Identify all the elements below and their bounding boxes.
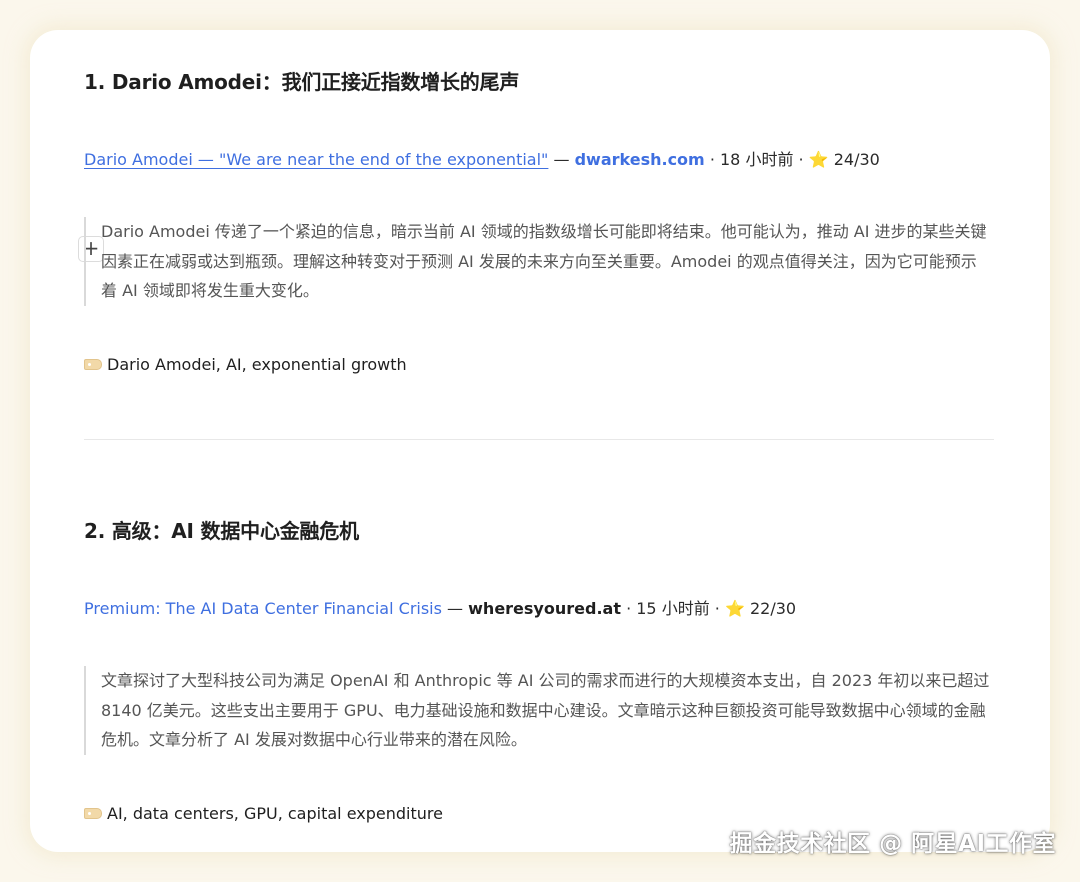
meta-dot: ·	[798, 150, 804, 169]
article-2-meta: Premium: The AI Data Center Financial Cr…	[84, 595, 796, 619]
article-card: + 1. Dario Amodei：我们正接近指数增长的尾声 Dario Amo…	[30, 30, 1050, 852]
article-1-heading: 1. Dario Amodei：我们正接近指数增长的尾声	[84, 70, 520, 94]
article-2-score: 22/30	[750, 599, 797, 618]
article-divider	[84, 439, 994, 440]
article-1-domain: dwarkesh.com	[574, 150, 705, 169]
meta-dot: ·	[714, 599, 720, 618]
meta-separator: —	[447, 599, 464, 618]
meta-dot: ·	[626, 599, 632, 618]
tag-icon	[84, 359, 102, 370]
article-2-link[interactable]: Premium: The AI Data Center Financial Cr…	[84, 599, 442, 618]
article-1-meta: Dario Amodei — "We are near the end of t…	[84, 146, 880, 170]
article-1-link[interactable]: Dario Amodei — "We are near the end of t…	[84, 150, 548, 169]
article-2-time: 15 小时前	[636, 599, 710, 618]
article-1-tags: Dario Amodei, AI, exponential growth	[84, 355, 407, 374]
article-1-tags-text: Dario Amodei, AI, exponential growth	[107, 355, 407, 374]
tag-icon	[84, 808, 102, 819]
article-2-domain: wheresyoured.at	[468, 599, 621, 618]
article-2-tags: AI, data centers, GPU, capital expenditu…	[84, 804, 443, 823]
star-icon: ⭐	[808, 150, 829, 169]
article-2-summary: 文章探讨了大型科技公司为满足 OpenAI 和 Anthropic 等 AI 公…	[84, 666, 992, 755]
article-1-time: 18 小时前	[720, 150, 794, 169]
article-2-heading: 2. 高级：AI 数据中心金融危机	[84, 519, 359, 543]
article-1-summary: Dario Amodei 传递了一个紧迫的信息，暗示当前 AI 领域的指数级增长…	[84, 217, 992, 306]
watermark: 掘金技术社区 @ 阿星AI工作室	[729, 831, 1056, 857]
meta-separator: —	[553, 150, 570, 169]
star-icon: ⭐	[724, 599, 745, 618]
meta-dot: ·	[709, 150, 715, 169]
article-2-tags-text: AI, data centers, GPU, capital expenditu…	[107, 804, 443, 823]
article-1-score: 24/30	[833, 150, 880, 169]
